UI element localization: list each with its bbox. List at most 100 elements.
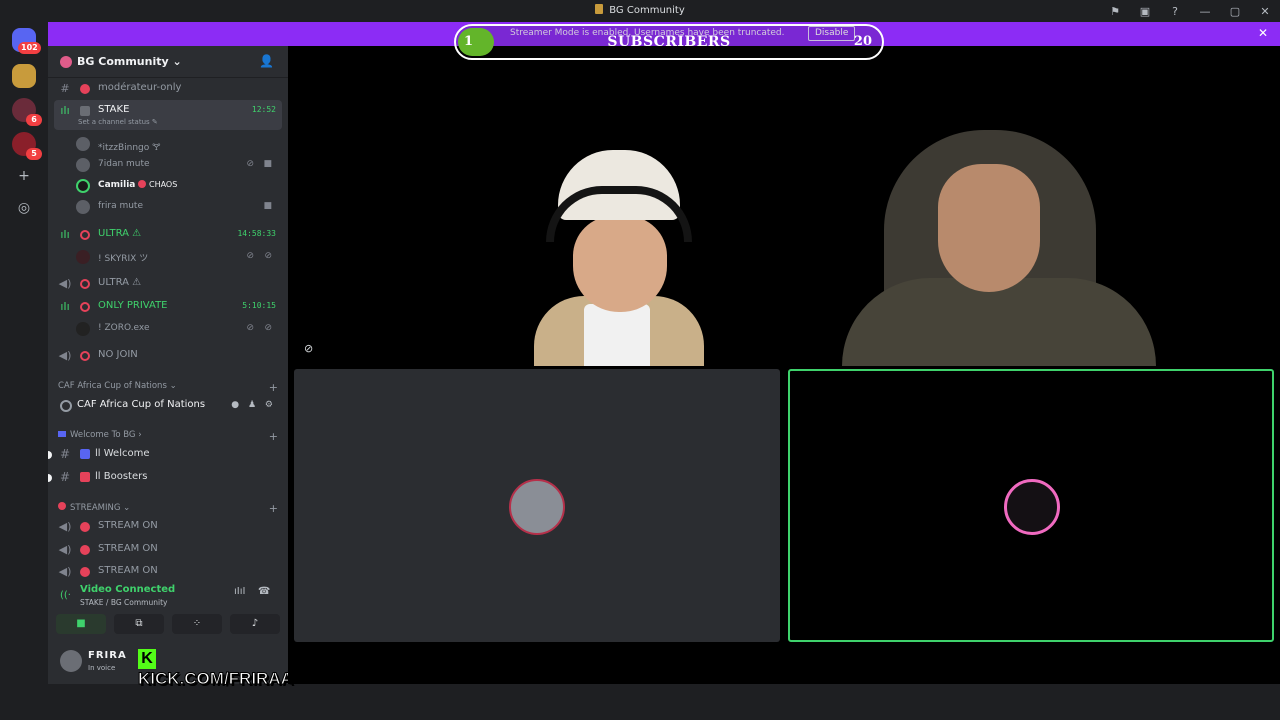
video-grid: ⊘ <box>288 46 1280 684</box>
person-body <box>842 278 1156 366</box>
avatar <box>76 200 90 214</box>
guild-icon <box>60 56 72 68</box>
avatar[interactable] <box>60 650 82 672</box>
voice-channel-ultra[interactable]: ıIı ULTRA ⚠ 14:58:33 <box>54 224 282 246</box>
unread-indicator <box>48 474 52 482</box>
add-server-icon[interactable]: + <box>12 164 36 188</box>
add-channel-icon[interactable]: + <box>269 430 278 443</box>
rocket-icon <box>80 472 90 482</box>
status-dot <box>80 545 90 555</box>
status-dot <box>80 567 90 577</box>
text-channel-welcome[interactable]: # ll Welcome <box>48 444 282 466</box>
avatar <box>76 322 90 336</box>
voice-channel-ultra-2[interactable]: ◀) ULTRA ⚠ <box>54 273 282 295</box>
person-shirt <box>584 304 650 366</box>
avatar <box>76 137 90 151</box>
subscriber-goal-overlay: 1 SUBSCRIBERS 20 <box>454 24 884 60</box>
disconnect-icon[interactable]: ☎ <box>258 586 270 597</box>
status-dot <box>80 84 90 94</box>
server-2-badge: 6 <box>26 114 42 126</box>
camera-icon: ■ <box>263 201 272 211</box>
voice-user[interactable]: Camilia CHAOS <box>76 176 282 196</box>
add-member-icon[interactable]: 👤 <box>259 54 274 68</box>
close-icon[interactable]: ✕ <box>1258 26 1268 40</box>
mic-muted-icon: ⊘ <box>246 323 254 333</box>
mic-muted-icon: ⊘ <box>246 251 254 261</box>
speaker-icon: ◀) <box>58 277 72 290</box>
window-controls: ⚑ ▣ ? — ▢ ✕ <box>1100 0 1280 22</box>
hash-icon: # <box>60 470 71 484</box>
voice-user[interactable]: frira mute ■ <box>76 197 282 217</box>
kick-logo-icon: K <box>138 649 156 669</box>
user-panel: FRIRA In voice KKICK.COM/FRIRAA <box>56 644 293 689</box>
activities-button[interactable]: ⁘ <box>172 614 222 634</box>
soundboard-button[interactable]: ♪ <box>230 614 280 634</box>
kick-overlay: KKICK.COM/FRIRAA <box>138 649 293 689</box>
add-channel-icon[interactable]: + <box>269 381 278 394</box>
avatar <box>76 250 90 264</box>
no-entry-icon <box>80 351 90 361</box>
close-window-button[interactable]: ✕ <box>1250 5 1280 18</box>
speaker-icon: ◀) <box>58 565 72 578</box>
username: FRIRA <box>88 650 127 661</box>
help-icon[interactable]: ? <box>1160 5 1190 18</box>
voice-location[interactable]: STAKE / BG Community <box>80 598 167 607</box>
guild-header[interactable]: BG Community ⌄ 👤 <box>48 46 288 78</box>
channel-moderator-only[interactable]: # modérateur-only <box>54 78 282 100</box>
unread-indicator <box>48 451 52 459</box>
category-flag-icon <box>58 431 66 437</box>
voice-user[interactable]: ! SKYRIX ツ ⊘ ⊘ <box>76 247 282 267</box>
video-tile-3[interactable] <box>294 369 780 642</box>
signal-icon: ((· <box>60 590 71 601</box>
text-channel-boosters[interactable]: # ll Boosters <box>48 467 282 489</box>
discover-icon[interactable]: ◎ <box>12 196 36 220</box>
app-logo-icon <box>595 4 604 14</box>
hash-icon: # <box>60 447 71 461</box>
hash-icon: # <box>60 82 70 95</box>
voice-channel-stream-on[interactable]: ◀) STREAM ON <box>54 516 282 538</box>
voice-controls: ■ ⧉ ⁘ ♪ <box>56 614 280 636</box>
discord-app: BG Community ⚑ ▣ ? — ▢ ✕ 102 6 5 + ◎ BG … <box>0 0 1280 720</box>
voice-status[interactable]: Video Connected <box>80 584 175 595</box>
video-tile-1[interactable]: ⊘ <box>288 46 784 366</box>
voice-user[interactable]: 7idan mute ⊘ ■ <box>76 155 282 175</box>
goal-count: 20 <box>853 34 872 49</box>
voice-channel-only-private[interactable]: ıIı ONLY PRIVATE 5:10:15 <box>54 296 282 318</box>
voice-channel-stake[interactable]: ıIı STAKE 12:52 Set a channel status ✎ <box>54 100 282 130</box>
video-tile-4-speaking[interactable] <box>788 369 1274 642</box>
no-entry-icon <box>80 302 90 312</box>
mic-muted-icon: ⊘ <box>304 342 314 355</box>
dm-badge: 102 <box>18 42 41 54</box>
no-entry-icon <box>80 279 90 289</box>
speaker-icon: ◀) <box>58 520 72 533</box>
server-bg-community[interactable] <box>12 64 36 88</box>
voice-channel-no-join[interactable]: ◀) NO JOIN <box>54 345 282 367</box>
avatar <box>76 158 90 172</box>
add-channel-icon[interactable]: + <box>269 502 278 515</box>
channel-emoji-icon <box>80 106 90 116</box>
goal-label: SUBSCRIBERS <box>607 34 731 50</box>
minimize-button[interactable]: — <box>1190 5 1220 18</box>
channel-status[interactable]: Set a channel status ✎ <box>78 118 158 126</box>
deafened-icon: ⊘ <box>264 251 272 261</box>
no-entry-icon <box>80 230 90 240</box>
screenshare-button[interactable]: ⧉ <box>114 614 164 634</box>
voice-user[interactable]: *itzzBinngo 🝖 <box>76 134 282 154</box>
noise-suppression-icon[interactable]: ıIıI <box>234 586 245 597</box>
person-face <box>938 164 1040 292</box>
server-rail: 102 6 5 + ◎ <box>0 22 48 684</box>
voice-channel-stream-on[interactable]: ◀) STREAM ON <box>54 539 282 561</box>
maximize-button[interactable]: ▢ <box>1220 5 1250 18</box>
server-3-badge: 5 <box>26 148 42 160</box>
stage-channel-caf[interactable]: CAF Africa Cup of Nations ● ♟ ⚙ <box>54 395 282 417</box>
voice-user[interactable]: ! ZORO.exe ⊘ ⊘ <box>76 319 282 339</box>
screen-icon[interactable]: ▣ <box>1130 5 1160 18</box>
camera-button[interactable]: ■ <box>56 614 106 634</box>
video-tile-2[interactable] <box>784 46 1280 366</box>
avatar <box>509 479 565 535</box>
inbox-icon[interactable]: ⚑ <box>1100 5 1130 18</box>
camera-icon: ■ <box>263 159 272 169</box>
channel-emoji-icon <box>80 449 90 459</box>
red-circle-icon <box>58 502 66 510</box>
channel-actions[interactable]: ● ♟ ⚙ <box>231 400 276 410</box>
